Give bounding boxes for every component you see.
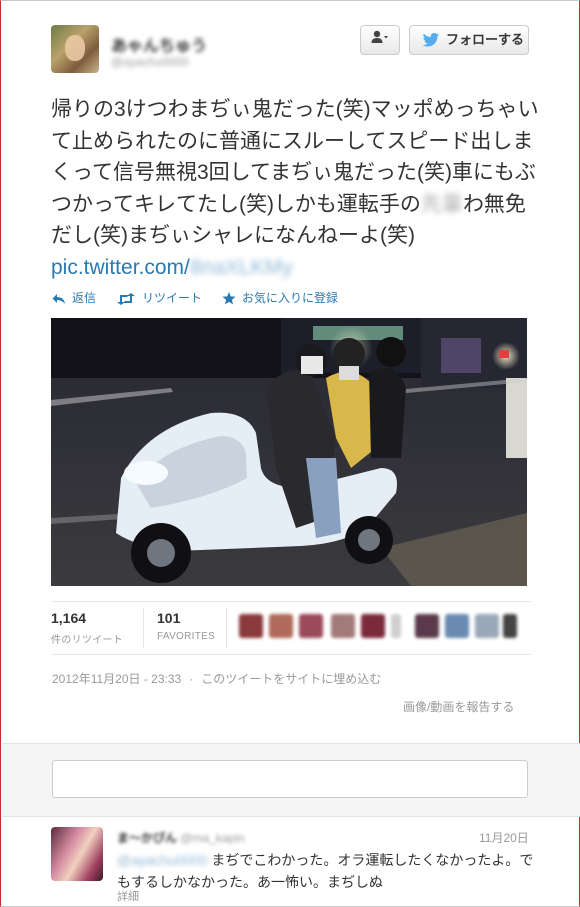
tweet-stats: 1,164 件のリツイート 101 FAVORITES [51,601,531,655]
tweet-photo[interactable] [51,318,527,586]
favoriter-avatar[interactable] [299,614,323,638]
reply-input[interactable] [52,760,528,798]
favoriter-avatar[interactable] [503,614,517,638]
author-handle[interactable]: @ayachu0000 [111,55,189,69]
retweet-count: 1,164 [51,610,87,626]
favorite-action-label: お気に入りに登録 [242,291,339,305]
follow-button[interactable]: フォローする [409,25,529,55]
reply-action-label: 返信 [72,291,97,305]
favorite-count: 101 [157,610,181,626]
reply-mention[interactable]: @ayachu0000 [117,852,208,868]
reply-author-avatar[interactable] [51,827,103,881]
embed-link[interactable]: このツイートをサイトに埋め込む [201,672,381,686]
favorite-count-stat[interactable]: 101 FAVORITES [157,602,227,652]
tweet-text: 帰りの3けつわまぢぃ鬼だった(笑)マッポめっちゃいて止められたのに普通にスルーし… [51,94,541,283]
tweet-header: あゃんちゅう @ayachu0000 フォローする [51,23,531,79]
author-name[interactable]: あゃんちゅう [111,32,207,56]
favorite-action[interactable]: お気に入りに登録 [222,289,338,306]
reply-author-handle[interactable]: @ma_kapin [180,831,244,845]
twitter-bird-icon [422,33,440,47]
reply-text: @ayachu0000 まぢでこわかった。オラ運転したくなかったよ。でもするしか… [117,849,537,893]
favoriter-avatar[interactable] [415,614,439,638]
favoriter-avatar[interactable] [475,614,499,638]
user-actions-button[interactable] [360,25,400,55]
favoriter-avatar[interactable] [239,614,263,638]
tweet-media-link[interactable]: pic.twitter.com/8naXLKMy [51,256,293,279]
tweet-media-link-prefix: pic.twitter.com/ [51,255,190,279]
star-icon [222,292,236,305]
favoriter-avatar[interactable] [269,614,293,638]
retweet-icon [117,293,135,305]
favoriter-avatar[interactable] [361,614,385,638]
reply-author-name[interactable]: ま～かぴん @ma_kapin [117,829,245,846]
retweet-count-stat[interactable]: 1,164 件のリツイート [51,602,136,652]
retweet-action-label: リツイート [142,291,203,305]
favoriter-avatar[interactable] [331,614,355,638]
author-avatar[interactable] [51,25,99,73]
favoriter-avatar[interactable] [445,614,469,638]
reply-area [2,743,580,817]
favoriter-avatar[interactable] [391,614,401,638]
tweet-page: あゃんちゅう @ayachu0000 フォローする 帰りの3けつわまぢぃ鬼だった… [0,0,580,907]
stats-divider [226,608,227,648]
reply-action[interactable]: 返信 [52,289,96,306]
reply-icon [52,294,65,304]
retweet-count-label: 件のリツイート [51,635,124,646]
reply-detail-link[interactable]: 詳細 [117,888,139,904]
tweet-timestamp: 2012年11月20日 - 23:33 [52,672,182,686]
favorite-count-label: FAVORITES [157,631,216,642]
stats-divider [143,608,144,648]
photo-scene [51,318,527,586]
report-media-link[interactable]: 画像/動画を報告する [403,698,514,715]
reply-date[interactable]: 11月20日 [479,829,529,846]
tweet-text-hidden-name: 先輩 [420,192,463,216]
reply-tweet: ま～かぴん @ma_kapin 11月20日 @ayachu0000 まぢでこわ… [51,827,533,907]
retweet-action[interactable]: リツイート [116,289,202,306]
tweet-timestamp-row: 2012年11月20日 - 23:33 · このツイートをサイトに埋め込む [52,670,381,687]
follow-button-label: フォローする [446,32,525,47]
tweet-media-link-hidden: 8naXLKMy [189,255,293,279]
user-icon [371,30,388,43]
separator-dot: · [189,672,194,686]
